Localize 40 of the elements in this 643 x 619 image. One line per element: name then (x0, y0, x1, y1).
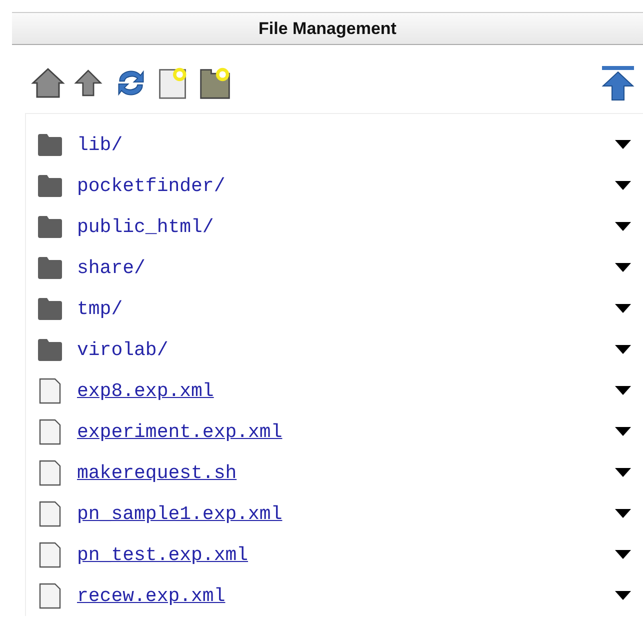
dropdown-caret-icon[interactable] (615, 550, 631, 559)
file-link[interactable]: pn_sample1.exp.xml (77, 502, 282, 524)
dropdown-caret-icon[interactable] (615, 386, 631, 395)
folder-icon (38, 338, 62, 360)
new-folder-icon[interactable] (198, 65, 232, 101)
dropdown-caret-icon[interactable] (615, 140, 631, 149)
file-icon (38, 582, 62, 608)
dropdown-caret-icon[interactable] (615, 468, 631, 477)
folder-link[interactable]: public_html/ (77, 216, 214, 238)
file-icon (38, 378, 62, 404)
dropdown-caret-icon[interactable] (615, 181, 631, 190)
upload-icon[interactable] (601, 65, 635, 101)
folder-icon (38, 216, 62, 238)
folder-icon (38, 134, 62, 156)
dropdown-caret-icon[interactable] (615, 591, 631, 600)
folder-icon (38, 256, 62, 278)
dropdown-caret-icon[interactable] (615, 427, 631, 436)
dropdown-caret-icon[interactable] (615, 509, 631, 518)
panel-title: File Management (258, 18, 396, 38)
folder-icon (38, 174, 62, 196)
home-icon[interactable] (30, 65, 66, 101)
dropdown-caret-icon[interactable] (615, 263, 631, 272)
folder-link[interactable]: lib/ (77, 134, 123, 156)
dropdown-caret-icon[interactable] (615, 304, 631, 313)
file-icon (38, 460, 62, 486)
file-icon (38, 500, 62, 526)
file-link[interactable]: recew.exp.xml (77, 584, 226, 606)
file-icon (38, 542, 62, 568)
folder-link[interactable]: share/ (77, 256, 146, 278)
dropdown-caret-icon[interactable] (615, 345, 631, 354)
folder-link[interactable]: virolab/ (77, 338, 168, 360)
file-link[interactable]: makerequest.sh (77, 462, 237, 484)
folder-link[interactable]: tmp/ (77, 298, 123, 320)
file-link[interactable]: experiment.exp.xml (77, 420, 282, 442)
file-icon (38, 418, 62, 444)
file-link[interactable]: pn_test.exp.xml (77, 544, 248, 566)
folder-icon (38, 298, 62, 320)
file-link[interactable]: exp8.exp.xml (77, 380, 214, 402)
dropdown-caret-icon[interactable] (615, 222, 631, 231)
folder-link[interactable]: pocketfinder/ (77, 174, 226, 196)
